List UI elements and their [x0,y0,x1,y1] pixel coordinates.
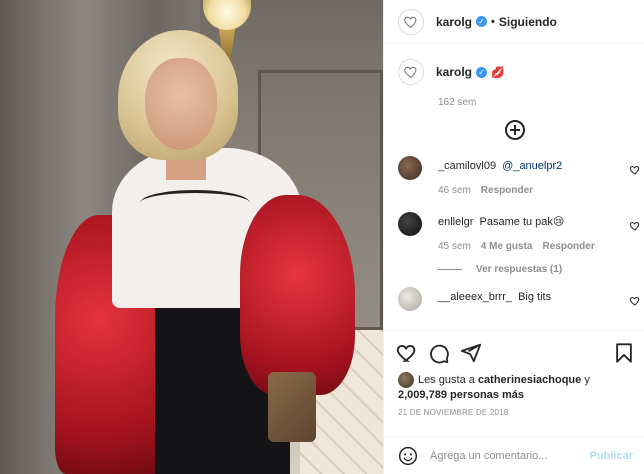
likes-joiner: y [584,373,590,386]
caption-age: 162 sem [438,97,477,108]
load-more-comments[interactable] [384,108,644,156]
comment-item: _camilovl09 @_anuelpr2 46 sem Responder [384,156,644,196]
share-icon[interactable] [460,342,482,364]
comments-list[interactable]: karolg ✓ 💋 162 sem _camilovl09 @_anuelpr… [384,45,644,330]
lips-emoji-icon: 💋 [491,66,505,79]
post-actions-bar [384,330,644,374]
separator-dot: • [491,15,495,28]
comment-icon[interactable] [428,342,450,364]
author-username[interactable]: karolg [436,15,472,29]
comment-reply-button[interactable]: Responder [481,185,533,196]
comment-like-heart-icon[interactable] [629,295,641,307]
liker-username[interactable]: catherinesiachoque [478,374,581,386]
comment-age: 46 sem [438,185,471,196]
comment-likes-count[interactable]: 4 Me gusta [481,241,533,252]
instagram-post-view: karolg ✓ • Siguiendo karolg ✓ 💋 162 sem [0,0,644,474]
comment-username[interactable]: enllelgr [438,216,473,228]
post-photo[interactable] [0,0,383,474]
comment-avatar[interactable] [398,287,422,311]
comment-item: __aleeex_brrr_ Big tits [384,287,644,311]
post-date: 21 DE NOVIEMBRE DE 2018 [398,408,509,417]
comment-avatar[interactable] [398,156,422,180]
caption-author-avatar[interactable] [398,59,424,85]
follow-status-button[interactable]: Siguiendo [499,15,557,29]
comment-avatar[interactable] [398,212,422,236]
comment-meta: 46 sem Responder [438,173,633,196]
comment-reply-button[interactable]: Responder [542,241,594,252]
heart-outline-logo-icon [404,66,417,79]
comment-meta: 45 sem 4 Me gusta Responder [438,229,633,252]
photo-face [145,58,217,150]
comment-item: enllelgr Pasame tu pak😢 45 sem 4 Me gust… [384,212,644,252]
comment-body: Big tits [518,291,552,303]
post-side-panel: karolg ✓ • Siguiendo karolg ✓ 💋 162 sem [383,0,644,474]
likes-summary: Les gusta a catherinesiachoque y 2,009,7… [398,372,634,403]
comment-like-heart-icon[interactable] [629,220,641,232]
comment-body: Pasame tu pak😢 [479,216,565,228]
comment-age: 45 sem [438,241,471,252]
verified-badge-icon: ✓ [476,66,488,78]
comment-input[interactable] [430,449,590,462]
bookmark-icon[interactable] [613,342,635,364]
comment-text: _camilovl09 @_anuelpr2 [438,159,633,173]
comment-like-heart-icon[interactable] [629,164,641,176]
publish-button[interactable]: Publicar [590,450,633,462]
replies-divider [438,269,462,270]
caption-author-username[interactable]: karolg [436,65,472,79]
view-replies-label: Ver respuestas (1) [476,264,563,275]
add-comment-bar: Publicar [384,436,644,474]
author-avatar[interactable] [398,8,424,35]
post-header: karolg ✓ • Siguiendo [384,0,644,44]
view-replies-button[interactable]: Ver respuestas (1) [384,252,644,287]
comment-mention-link[interactable]: @_anuelpr2 [502,160,562,172]
photo-bag [268,372,316,442]
caption: karolg ✓ 💋 [384,45,644,85]
plus-circle-icon[interactable] [504,120,525,140]
heart-outline-logo-icon [404,16,417,28]
comment-text: enllelgr Pasame tu pak😢 [438,215,633,229]
comment-username[interactable]: _camilovl09 [438,160,496,172]
verified-badge-icon: ✓ [476,16,488,27]
likes-count-link[interactable]: 2,009,789 personas más [398,389,524,401]
liker-avatar[interactable] [398,372,414,388]
comment-text: __aleeex_brrr_ Big tits [438,290,633,304]
comment-username[interactable]: __aleeex_brrr_ [438,291,512,303]
likes-prefix: Les gusta a [418,373,475,386]
heart-icon[interactable] [396,342,418,364]
photo-shirt-print [140,190,250,216]
photo-jacket-right [240,195,355,395]
emoji-icon[interactable] [398,446,418,466]
